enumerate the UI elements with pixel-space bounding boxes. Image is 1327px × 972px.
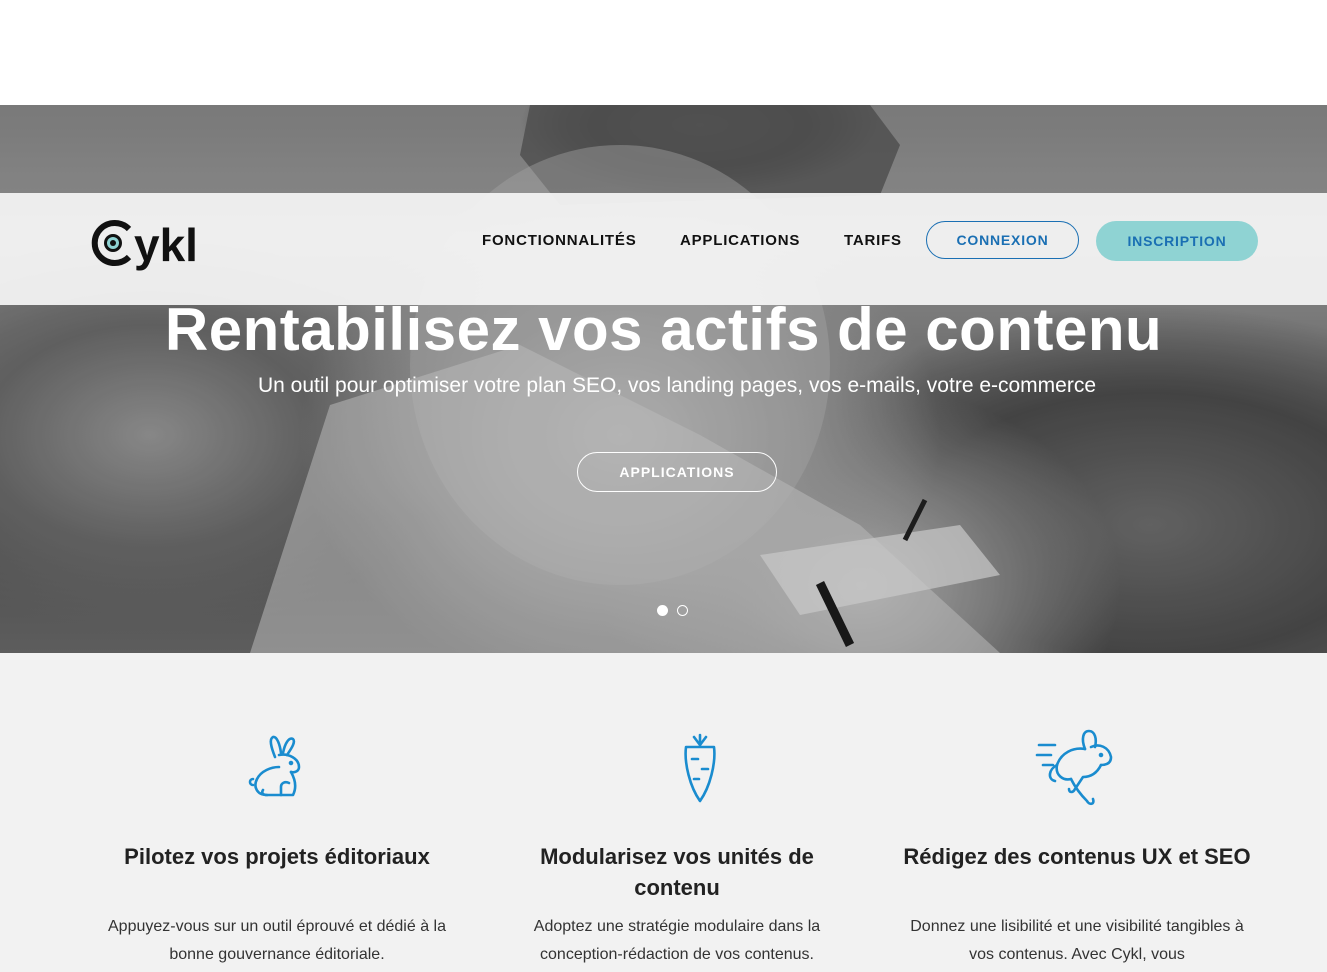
hero-applications-button[interactable]: APPLICATIONS: [577, 452, 777, 492]
nav-tarifs[interactable]: TARIFS: [844, 232, 902, 249]
nav-fonctionnalites[interactable]: FONCTIONNALITÉS: [482, 232, 637, 249]
feature-title: Pilotez vos projets éditoriaux: [124, 844, 430, 869]
features-section: Pilotez vos projets éditoriaux Appuyez-v…: [0, 653, 1327, 972]
rabbit-sitting-icon: [242, 733, 322, 813]
carousel-dot-2[interactable]: [677, 605, 688, 616]
feature-text: Adoptez une stratégie modulaire dans la …: [533, 918, 821, 963]
feature-title: Modularisez vos unités de contenu: [540, 844, 814, 900]
cykl-logo[interactable]: ykl: [90, 218, 220, 280]
nav-applications[interactable]: APPLICATIONS: [680, 232, 800, 249]
connexion-button[interactable]: CONNEXION: [926, 221, 1079, 259]
hero-subtitle: Un outil pour optimiser votre plan SEO, …: [257, 374, 1097, 397]
inscription-button[interactable]: INSCRIPTION: [1096, 221, 1258, 261]
svg-text:ykl: ykl: [134, 219, 198, 271]
carousel-dot-1[interactable]: [657, 605, 668, 616]
carrot-icon: [660, 733, 740, 813]
feature-title: Rédigez des contenus UX et SEO: [903, 844, 1251, 869]
feature-text: Donnez une lisibilité et une visibilité …: [910, 918, 1244, 963]
rabbit-running-icon: [1035, 729, 1115, 809]
hero-title: Rentabilisez vos actifs de contenu: [164, 296, 1163, 363]
feature-text: Appuyez-vous sur un outil éprouvé et déd…: [108, 918, 446, 963]
